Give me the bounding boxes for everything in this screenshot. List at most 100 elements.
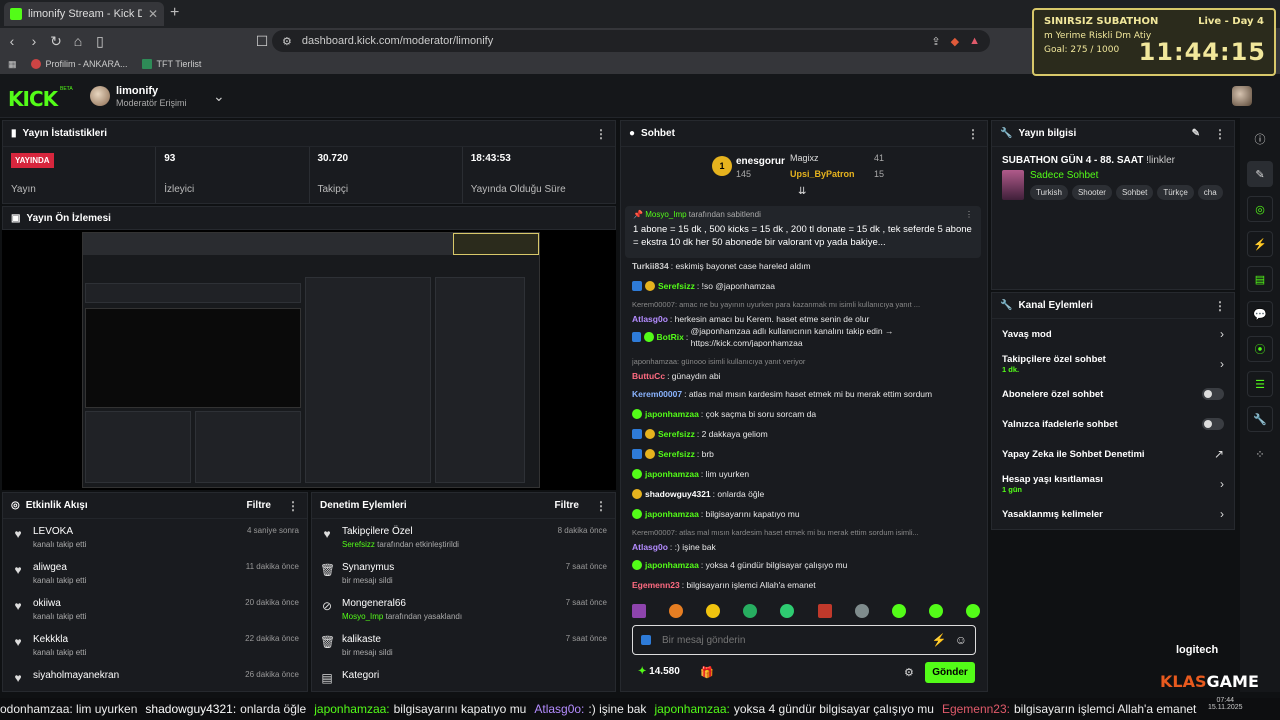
stack-icon[interactable]: ☰ <box>1247 371 1273 397</box>
tag[interactable]: Turkish <box>1030 185 1068 200</box>
site-info-icon[interactable]: ⚙ <box>282 35 292 48</box>
subscribers-only-toggle[interactable] <box>1202 388 1224 400</box>
account-age-row[interactable]: Hesap yaşı kısıtlaması 1 gün › <box>992 469 1234 499</box>
emote-icon[interactable] <box>780 604 795 618</box>
event-user[interactable]: siyaholmayanekran <box>33 670 237 681</box>
home-icon[interactable]: ⌂ <box>68 33 88 49</box>
bookmark-tft-tierlist[interactable]: TFT Tierlist <box>141 59 201 69</box>
apps-grid-icon[interactable]: ▦ <box>8 59 17 70</box>
more-options-icon[interactable]: ⋮ <box>1214 299 1226 313</box>
broadcast-icon[interactable]: ⦿ <box>1247 336 1273 362</box>
quick-emote-icon[interactable]: ⚡ <box>932 633 947 647</box>
bookmark-icon[interactable]: ☐ <box>252 33 272 50</box>
chat-username[interactable]: Atlasg0o <box>632 313 668 325</box>
followers-only-row[interactable]: Takipçilere özel sohbet 1 dk. › <box>992 349 1234 379</box>
leaderboard-user[interactable]: Magixz <box>790 153 819 163</box>
tag[interactable]: cha <box>1197 185 1223 200</box>
filter-button[interactable]: Filtre <box>247 500 271 511</box>
chat-username[interactable]: Turkii834 <box>632 260 669 272</box>
user-avatar[interactable] <box>1232 86 1252 106</box>
chat-bubble-icon[interactable]: 💬 <box>1247 301 1273 327</box>
new-tab-icon[interactable]: + <box>170 4 179 22</box>
event-user[interactable]: okiiwa <box>33 598 237 609</box>
wrench-tool-icon[interactable]: 🔧 <box>1247 406 1273 432</box>
ai-moderation-row[interactable]: Yapay Zeka ile Sohbet Denetimi ↗ <box>992 439 1234 469</box>
tag[interactable]: Türkçe <box>1157 185 1194 200</box>
channel-switch-chevron-down-icon[interactable]: ⌄ <box>213 88 225 105</box>
more-options-icon[interactable]: ⋮ <box>1214 127 1226 141</box>
more-options-icon[interactable]: ⋮ <box>595 127 607 141</box>
target-icon[interactable]: ◎ <box>1247 196 1273 222</box>
chat-username[interactable]: Serefsizz <box>658 280 695 292</box>
back-icon[interactable]: ‹ <box>2 33 22 49</box>
mod-action-target[interactable]: kalikaste <box>342 634 558 645</box>
more-options-icon[interactable]: ⋮ <box>595 499 607 513</box>
emote-icon[interactable] <box>706 604 721 618</box>
more-options-icon[interactable]: ⋮ <box>965 210 973 219</box>
mod-action-target[interactable]: Mongeneral66 <box>342 598 558 609</box>
chat-username[interactable]: japonhamzaa <box>645 508 699 520</box>
category-name[interactable]: Sadece Sohbet <box>1030 170 1224 181</box>
forward-icon[interactable]: › <box>24 33 44 49</box>
pinned-by-user[interactable]: Mosyo_Imp <box>645 210 686 219</box>
address-bar[interactable]: ⚙ dashboard.kick.com/moderator/limonify … <box>272 30 990 52</box>
more-options-icon[interactable]: ⋮ <box>967 127 979 141</box>
bookmark-profilim[interactable]: Profilim - ANKARA... <box>30 59 128 69</box>
channel-points[interactable]: ✦ 14.580 <box>638 666 680 677</box>
kick-logo[interactable]: KICK <box>8 87 58 111</box>
sidebar-icon[interactable]: ▯ <box>90 33 110 50</box>
chat-username[interactable]: Egemenn23 <box>632 579 680 591</box>
apps-dots-icon[interactable]: ⁘ <box>1247 441 1273 467</box>
reload-icon[interactable]: ↻ <box>46 33 66 50</box>
emote-icon[interactable] <box>854 604 869 618</box>
mod-action-target[interactable]: Synanymus <box>342 562 558 573</box>
extension-shield-icon[interactable]: ◆ <box>951 35 959 48</box>
info-icon[interactable]: ⓘ <box>1247 126 1273 152</box>
event-user[interactable]: Kekkkla <box>33 634 237 645</box>
chat-username[interactable]: Serefsizz <box>658 428 695 440</box>
more-options-icon[interactable]: ⋮ <box>287 499 299 513</box>
chat-username[interactable]: japonhamzaa <box>645 408 699 420</box>
tag[interactable]: Sohbet <box>1115 185 1154 200</box>
emote-only-toggle[interactable] <box>1202 418 1224 430</box>
event-user[interactable]: aliwgea <box>33 562 238 573</box>
chat-username[interactable]: Atlasg0o <box>632 541 668 553</box>
emote-icon[interactable] <box>632 604 646 618</box>
extension-triangle-icon[interactable]: ▲ <box>969 35 980 47</box>
lightning-icon[interactable]: ⚡ <box>1247 231 1273 257</box>
emote-icon[interactable] <box>743 604 758 618</box>
chat-username[interactable]: shadowguy4321 <box>645 488 711 500</box>
tag[interactable]: Shooter <box>1071 185 1112 200</box>
chat-input[interactable] <box>662 634 924 646</box>
emote-icon[interactable] <box>965 604 980 618</box>
expand-leaderboard-icon[interactable]: ⇊ <box>798 186 806 197</box>
mod-action-actor[interactable]: Mosyo_Imp <box>342 612 383 621</box>
slow-mode-row[interactable]: Yavaş mod › <box>992 319 1234 349</box>
chat-username[interactable]: BotRix <box>657 331 684 343</box>
banned-words-row[interactable]: Yasaklanmış kelimeler › <box>992 499 1234 529</box>
mod-action-actor[interactable]: Serefsizz <box>342 540 375 549</box>
browser-tab[interactable]: limonify Stream - Kick Dashb ✕ <box>4 2 164 26</box>
chat-username[interactable]: ButtuCc <box>632 370 665 382</box>
event-user[interactable]: LEVOKA <box>33 526 239 537</box>
category-thumbnail[interactable] <box>1002 170 1024 200</box>
leaderboard-user[interactable]: Upsi_ByPatron <box>790 169 855 179</box>
chat-username[interactable]: Serefsizz <box>658 448 695 460</box>
chat-username[interactable]: japonhamzaa <box>645 559 699 571</box>
emote-icon[interactable] <box>928 604 943 618</box>
emote-icon[interactable] <box>669 604 684 618</box>
filter-button[interactable]: Filtre <box>555 500 579 511</box>
chat-settings-gear-icon[interactable]: ⚙ <box>904 666 914 679</box>
emoji-picker-icon[interactable]: ☺ <box>955 633 967 647</box>
edit-pencil-icon[interactable]: ✎ <box>1192 128 1200 139</box>
chat-username[interactable]: Kerem00007 <box>632 388 682 400</box>
gift-icon[interactable]: 🎁 <box>700 666 714 679</box>
send-button[interactable]: Gönder <box>925 662 975 683</box>
tab-close-icon[interactable]: ✕ <box>148 7 158 21</box>
leaderboard-user[interactable]: enesgorur <box>736 156 785 167</box>
share-icon[interactable]: ⇪ <box>931 35 940 48</box>
emote-icon[interactable] <box>891 604 906 618</box>
chat-username[interactable]: japonhamzaa <box>645 468 699 480</box>
emote-icon[interactable] <box>817 604 832 618</box>
edit-icon[interactable]: ✎ <box>1247 161 1273 187</box>
